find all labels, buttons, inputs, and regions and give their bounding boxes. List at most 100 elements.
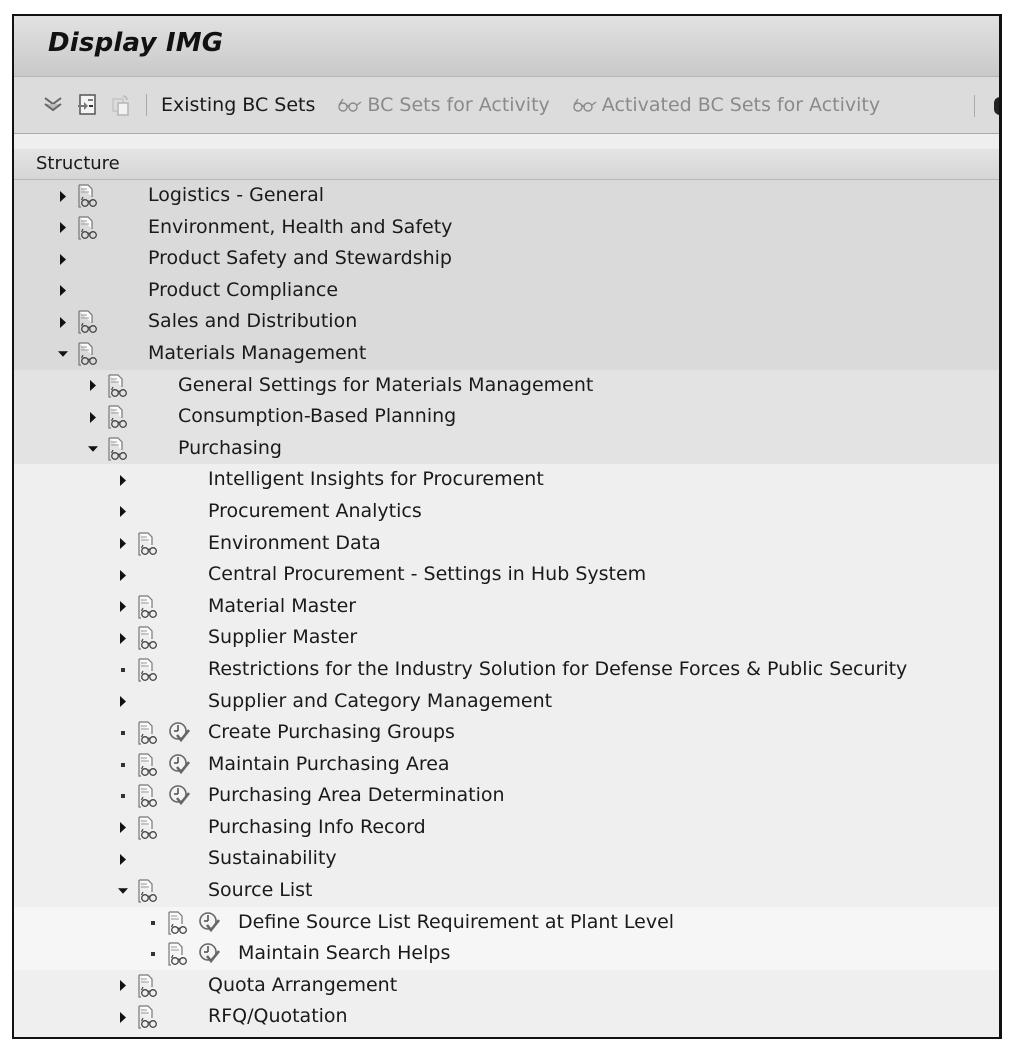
documentation-icon[interactable] [136, 752, 158, 778]
tree-node[interactable]: Logistics - General [14, 180, 999, 212]
tree-node[interactable]: Sustainability [14, 843, 999, 876]
expand-arrow-icon[interactable] [118, 822, 128, 834]
tree-node-label[interactable]: Create Purchasing Groups [208, 721, 455, 743]
tree-node[interactable]: Quota Arrangement [14, 969, 999, 1002]
tree-node-label[interactable]: Supplier and Category Management [208, 690, 552, 712]
tree-node-label[interactable]: Restrictions for the Industry Solution f… [208, 658, 907, 680]
tree-node[interactable]: Central Procurement - Settings in Hub Sy… [14, 559, 999, 591]
tree-node-label[interactable]: Product Compliance [148, 279, 338, 301]
tree-node-label[interactable]: Central Procurement - Settings in Hub Sy… [208, 563, 646, 585]
expand-arrow-icon[interactable] [118, 632, 128, 644]
tree-node[interactable]: Sales and Distribution [14, 306, 999, 338]
tree-node-label[interactable]: Purchasing [178, 437, 282, 459]
tree-node-label[interactable]: Environment, Health and Safety [148, 216, 452, 238]
tree-node[interactable]: Maintain Purchasing Area [14, 748, 999, 781]
tree-node[interactable]: Maintain Search Helps [14, 938, 999, 970]
tree-node[interactable]: Consumption-Based Planning [14, 401, 999, 433]
tree-node-label[interactable]: Maintain Search Helps [238, 942, 450, 964]
expand-subtree-icon[interactable] [76, 94, 98, 116]
tree-node[interactable]: Intelligent Insights for Procurement [14, 464, 999, 496]
documentation-icon[interactable] [106, 436, 128, 462]
documentation-icon[interactable] [76, 309, 98, 335]
documentation-icon[interactable] [136, 878, 158, 904]
expand-arrow-icon[interactable] [118, 696, 128, 707]
tree-node-label[interactable]: General Settings for Materials Managemen… [178, 374, 593, 396]
expand-arrow-icon[interactable] [88, 380, 98, 392]
tree-node[interactable]: Purchasing [14, 432, 999, 465]
collapse-arrow-icon[interactable] [118, 886, 128, 896]
tree-node-label[interactable]: Sustainability [208, 847, 337, 869]
execute-activity-icon[interactable] [168, 753, 191, 775]
expand-arrow-icon[interactable] [58, 222, 68, 234]
existing-bc-sets-button[interactable]: Existing BC Sets [161, 94, 315, 116]
execute-activity-icon[interactable] [168, 721, 191, 743]
execute-activity-icon[interactable] [198, 942, 221, 964]
tree-node-label[interactable]: Purchasing Info Record [208, 816, 426, 838]
tree-node[interactable]: Procurement Analytics [14, 495, 999, 528]
expand-arrow-icon[interactable] [58, 316, 68, 328]
tree-node-label[interactable]: Intelligent Insights for Procurement [208, 468, 544, 490]
expand-arrow-icon[interactable] [118, 980, 128, 992]
tree-node-label[interactable]: Environment Data [208, 532, 381, 554]
tree-node-label[interactable]: Logistics - General [148, 184, 324, 206]
documentation-icon[interactable] [136, 657, 158, 683]
tree-node-label[interactable]: Source List [208, 879, 313, 901]
documentation-icon[interactable] [136, 625, 158, 651]
tree-node[interactable]: Source List [14, 875, 999, 907]
documentation-icon[interactable] [166, 910, 188, 936]
documentation-icon[interactable] [76, 215, 98, 241]
tree-node[interactable]: Supplier Master [14, 622, 999, 654]
tree-node[interactable]: General Settings for Materials Managemen… [14, 369, 999, 402]
tree-node[interactable]: Define Source List Requirement at Plant … [14, 906, 999, 939]
collapse-icon[interactable] [110, 94, 132, 116]
expand-arrow-icon[interactable] [118, 569, 128, 581]
tree-node-label[interactable]: RFQ/Quotation [208, 1005, 348, 1027]
documentation-icon[interactable] [136, 531, 158, 557]
bc-sets-for-activity-button[interactable]: BC Sets for Activity [337, 94, 550, 116]
tree-node-label[interactable]: Quota Arrangement [208, 974, 397, 996]
tree-node[interactable]: Restrictions for the Industry Solution f… [14, 653, 999, 686]
expand-arrow-icon[interactable] [118, 474, 128, 486]
tree-node-label[interactable]: Material Master [208, 595, 356, 617]
expand-arrow-icon[interactable] [58, 285, 68, 297]
tree-node-label[interactable]: Maintain Purchasing Area [208, 753, 450, 775]
tree-node-label[interactable]: Define Source List Requirement at Plant … [238, 911, 674, 933]
tree-node-label[interactable]: Sales and Distribution [148, 310, 357, 332]
documentation-icon[interactable] [136, 1004, 158, 1030]
tree-node[interactable]: Environment Data [14, 527, 999, 560]
tree-node-label[interactable]: Materials Management [148, 342, 366, 364]
tree-node-label[interactable]: Purchasing Area Determination [208, 784, 505, 806]
documentation-icon[interactable] [136, 783, 158, 809]
toolbar-overflow-icon[interactable] [994, 97, 999, 115]
tree-node-label[interactable]: Consumption-Based Planning [178, 405, 456, 427]
tree-node-label[interactable]: Supplier Master [208, 626, 357, 648]
documentation-icon[interactable] [106, 373, 128, 399]
tree-node[interactable]: Materials Management [14, 337, 999, 370]
tree-node[interactable]: Product Safety and Stewardship [14, 243, 999, 275]
execute-activity-icon[interactable] [168, 784, 191, 806]
expand-arrow-icon[interactable] [118, 506, 128, 518]
documentation-icon[interactable] [106, 404, 128, 430]
documentation-icon[interactable] [76, 341, 98, 367]
tree-node[interactable]: Product Compliance [14, 274, 999, 307]
tree-node[interactable]: Create Purchasing Groups [14, 717, 999, 749]
expand-all-icon[interactable] [42, 94, 64, 116]
execute-activity-icon[interactable] [198, 911, 221, 933]
documentation-icon[interactable] [136, 815, 158, 841]
documentation-icon[interactable] [166, 941, 188, 967]
expand-arrow-icon[interactable] [118, 853, 128, 865]
documentation-icon[interactable] [136, 973, 158, 999]
tree-node-label[interactable]: Product Safety and Stewardship [148, 247, 452, 269]
collapse-arrow-icon[interactable] [88, 444, 98, 454]
expand-arrow-icon[interactable] [58, 253, 68, 265]
activated-bc-sets-for-activity-button[interactable]: Activated BC Sets for Activity [572, 94, 880, 116]
documentation-icon[interactable] [136, 594, 158, 620]
tree-node[interactable]: Purchasing Area Determination [14, 780, 999, 812]
tree-node[interactable]: Purchasing Info Record [14, 811, 999, 844]
expand-arrow-icon[interactable] [88, 411, 98, 423]
tree-node[interactable]: RFQ/Quotation [14, 1001, 999, 1034]
expand-arrow-icon[interactable] [58, 190, 68, 202]
documentation-icon[interactable] [76, 183, 98, 209]
tree-node-label[interactable]: Procurement Analytics [208, 500, 422, 522]
tree-node[interactable]: Material Master [14, 590, 999, 623]
